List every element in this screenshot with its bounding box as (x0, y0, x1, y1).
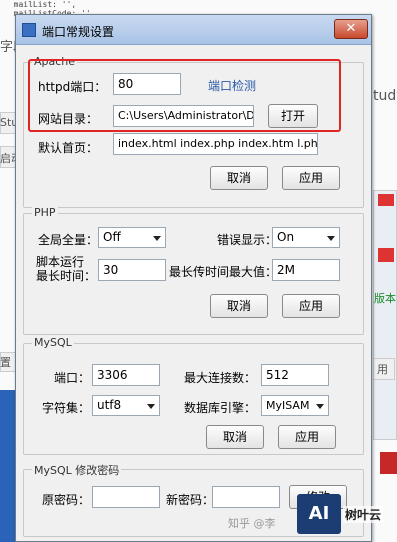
mysql-port-label: 端口： (54, 371, 91, 385)
global-select[interactable]: Off (98, 227, 166, 248)
mysql-apply-button[interactable]: 应用 (278, 425, 336, 449)
php-group-label: PHP (32, 206, 58, 219)
port-settings-dialog: 端口常规设置 ✕ Apache httpd端口： 80 端口检测 网站目录： C… (15, 14, 372, 542)
max-connections-input[interactable]: 512 (261, 364, 329, 386)
background-text: 版本 (374, 292, 396, 305)
new-password-label: 新密码： (166, 493, 215, 507)
error-display-label: 错误显示： (217, 233, 278, 247)
runtime-input[interactable]: 30 (98, 259, 166, 281)
old-password-input[interactable] (92, 486, 160, 508)
background-blue-strip (0, 390, 15, 542)
runtime-label-line2: 最长时间： (36, 269, 97, 283)
background-red-icon (378, 248, 394, 262)
background-panel (373, 190, 397, 440)
mysql-cancel-button[interactable]: 取消 (206, 425, 264, 449)
close-button[interactable]: ✕ (334, 19, 368, 39)
app-icon (22, 23, 36, 37)
highlight-box (28, 59, 341, 132)
upload-limit-input[interactable]: 2M (272, 259, 340, 281)
site-logo: AI (297, 494, 341, 534)
runtime-label-line1: 脚本运行 (36, 255, 85, 269)
mysql-password-group-label: MySQL 修改密码 (32, 462, 122, 478)
global-select-value: Off (103, 230, 121, 244)
chevron-down-icon (327, 236, 335, 241)
mysql-group-label: MySQL (32, 336, 74, 349)
brand-watermark: 树叶云 (343, 506, 384, 523)
apache-cancel-button[interactable]: 取消 (210, 166, 268, 190)
background-red-arrow (380, 452, 397, 474)
index-input[interactable]: index.html index.php index.htm l.php (113, 133, 318, 155)
max-connections-label: 最大连接数： (184, 371, 257, 385)
php-apply-button[interactable]: 应用 (282, 294, 340, 318)
title-bar[interactable]: 端口常规设置 ✕ (16, 15, 371, 45)
chevron-down-icon (153, 236, 161, 241)
engine-select-value: MyISAM (266, 399, 310, 412)
chevron-down-icon (316, 404, 324, 409)
apache-apply-button[interactable]: 应用 (282, 166, 340, 190)
global-label: 全局全量： (38, 233, 99, 247)
old-password-label: 原密码： (42, 493, 91, 507)
index-label: 默认首页： (38, 141, 99, 155)
chevron-down-icon (147, 404, 155, 409)
zhihu-watermark: 知乎 @李 (228, 517, 276, 530)
engine-label: 数据库引擎： (184, 401, 257, 415)
new-password-input[interactable] (212, 486, 280, 508)
background-text: 置 (0, 356, 11, 369)
charset-select[interactable]: utf8 (92, 395, 160, 416)
background-text: tudy (373, 88, 397, 104)
upload-limit-label: 最长传时间最大值： (169, 265, 278, 279)
engine-select[interactable]: MyISAM (261, 395, 329, 416)
runtime-label: 脚本运行 最长时间： (36, 255, 96, 283)
charset-label: 字符集： (42, 401, 91, 415)
charset-select-value: utf8 (97, 398, 122, 412)
background-red-icon (378, 194, 394, 206)
php-cancel-button[interactable]: 取消 (210, 294, 268, 318)
background-text: 用 (377, 363, 388, 376)
mysql-port-input[interactable]: 3306 (92, 364, 160, 386)
error-display-select[interactable]: On (272, 227, 340, 248)
window-title: 端口常规设置 (42, 25, 115, 39)
error-display-select-value: On (277, 230, 295, 244)
